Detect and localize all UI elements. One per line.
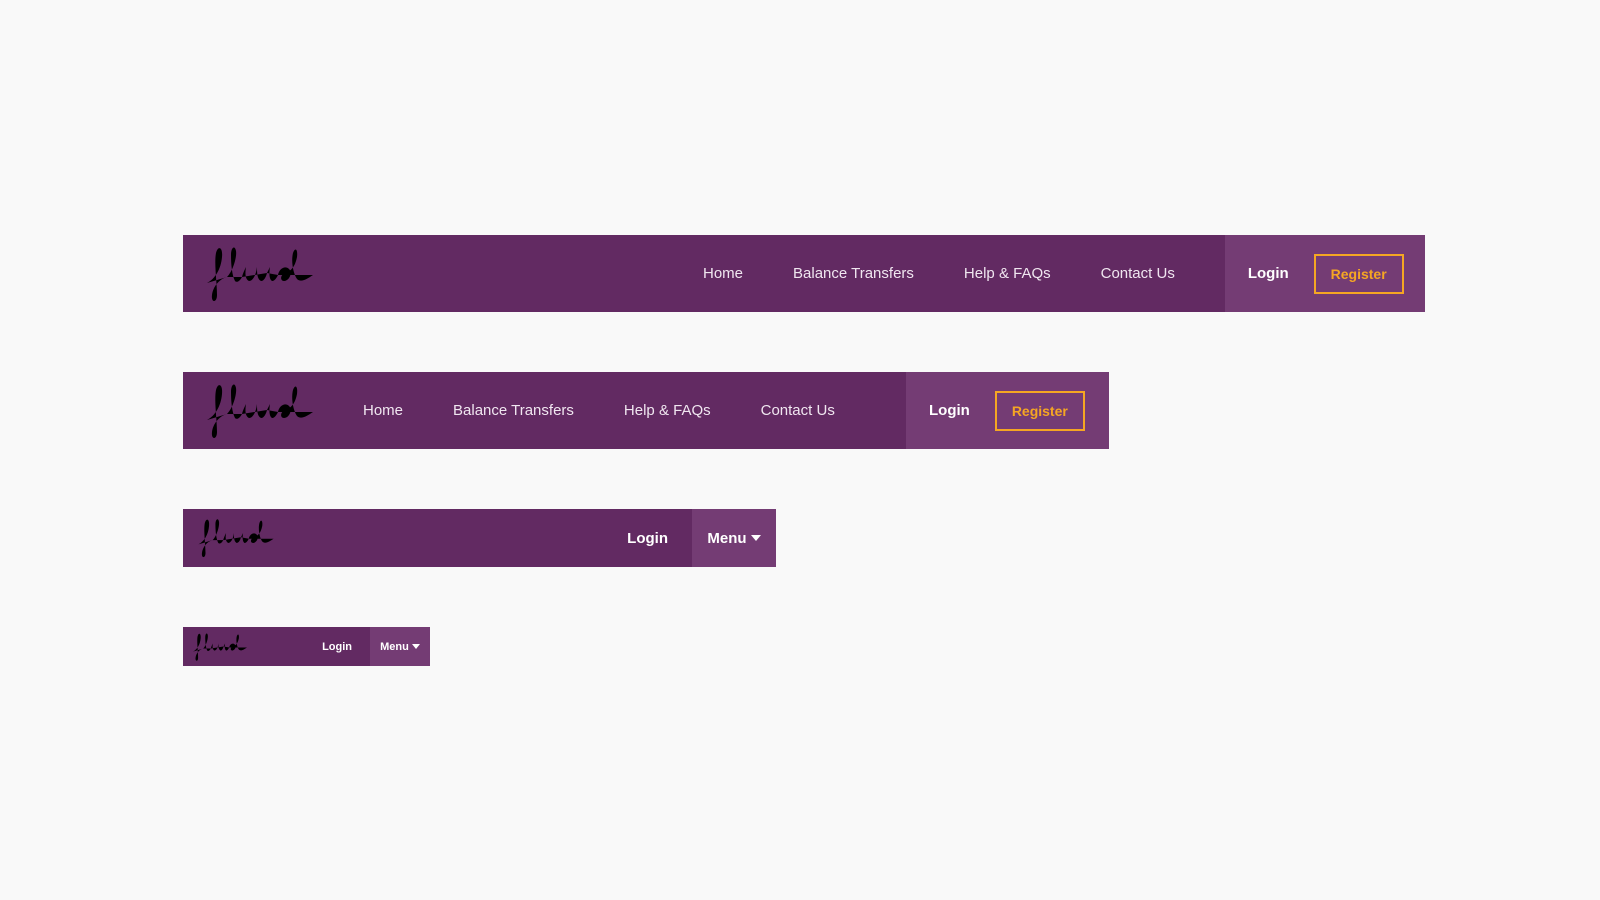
nav-item-help-faqs[interactable]: Help & FAQs [964, 265, 1051, 282]
menu-button[interactable]: Menu [370, 627, 430, 666]
login-link[interactable]: Login [322, 627, 370, 666]
nav-item-help-faqs[interactable]: Help & FAQs [624, 402, 711, 419]
fluid-script-logo-icon [205, 243, 315, 305]
fluid-logo[interactable] [183, 509, 627, 567]
fluid-logo[interactable] [183, 235, 493, 312]
navbar-tablet: Login Menu [183, 509, 776, 567]
nav-item-contact-us[interactable]: Contact Us [1101, 265, 1175, 282]
register-button[interactable]: Register [1313, 253, 1404, 294]
menu-label: Menu [707, 529, 747, 547]
nav-item-contact-us[interactable]: Contact Us [761, 402, 835, 419]
navbar-desktop-wide: Home Balance Transfers Help & FAQs Conta… [183, 235, 1425, 312]
nav-item-balance-transfers[interactable]: Balance Transfers [793, 265, 914, 282]
primary-nav: Home Balance Transfers Help & FAQs Conta… [493, 235, 1225, 312]
login-link[interactable]: Login [929, 402, 970, 419]
login-link[interactable]: Login [627, 509, 692, 567]
fluid-logo[interactable] [183, 627, 322, 666]
caret-down-icon [750, 535, 761, 541]
register-button[interactable]: Register [994, 390, 1085, 431]
account-panel: Login Register [1224, 235, 1425, 312]
primary-nav: Home Balance Transfers Help & FAQs Conta… [363, 372, 906, 449]
nav-item-home[interactable]: Home [363, 402, 403, 419]
account-panel: Login Register [906, 372, 1109, 449]
fluid-logo[interactable] [183, 372, 363, 449]
fluid-script-logo-icon [192, 631, 248, 663]
nav-item-balance-transfers[interactable]: Balance Transfers [453, 402, 574, 419]
nav-item-home[interactable]: Home [703, 265, 743, 282]
fluid-script-logo-icon [205, 380, 315, 442]
caret-down-icon [411, 644, 420, 649]
navbar-mobile: Login Menu [183, 627, 430, 666]
login-link[interactable]: Login [1248, 265, 1289, 282]
fluid-script-logo-icon [197, 516, 275, 560]
navbar-desktop: Home Balance Transfers Help & FAQs Conta… [183, 372, 1109, 449]
menu-button[interactable]: Menu [692, 509, 776, 567]
menu-label: Menu [380, 640, 409, 653]
